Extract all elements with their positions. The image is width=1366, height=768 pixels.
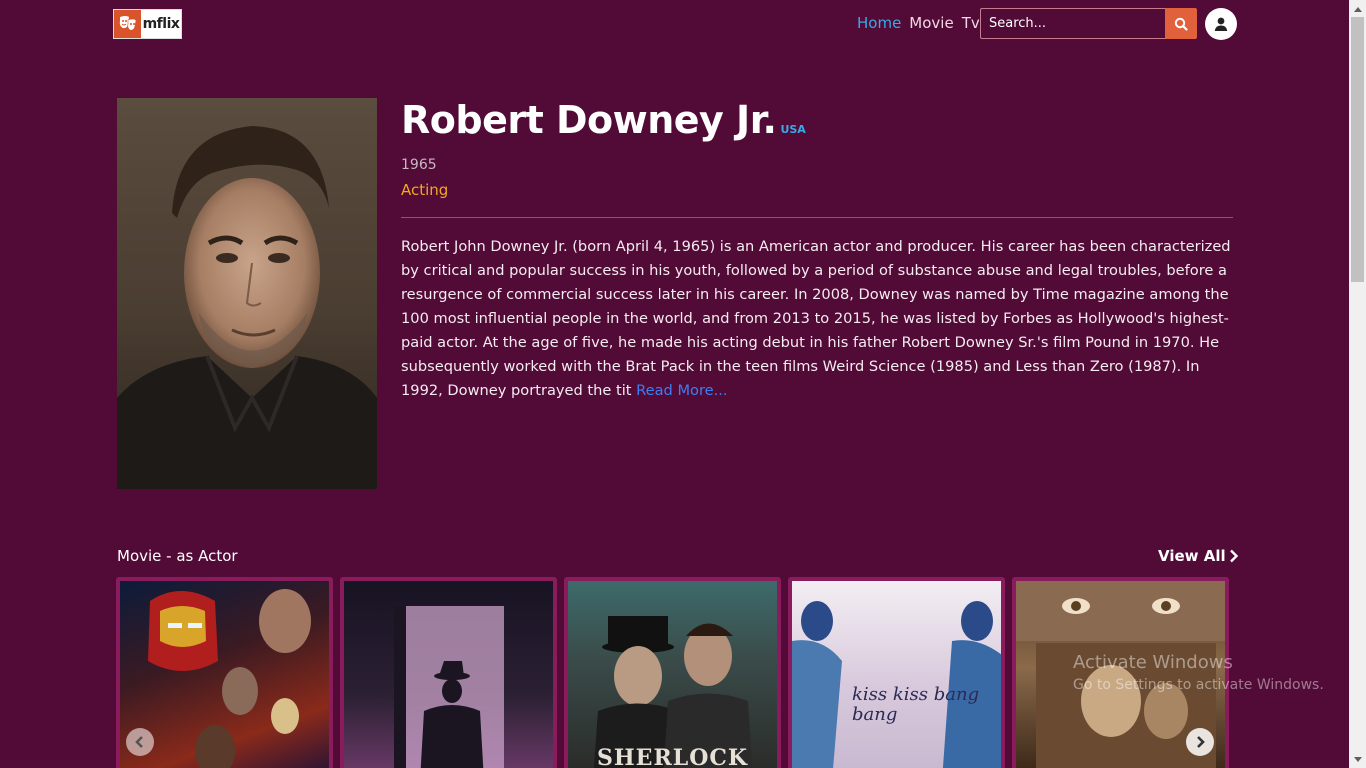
profile-photo bbox=[117, 98, 377, 489]
view-all-link[interactable]: View All bbox=[1158, 547, 1239, 565]
movie-card[interactable]: SHERLOCK bbox=[564, 577, 781, 768]
chevron-left-icon bbox=[135, 736, 143, 748]
poster-title: SHERLOCK bbox=[597, 745, 748, 768]
scroll-thumb[interactable] bbox=[1351, 17, 1364, 282]
theater-masks-icon bbox=[114, 10, 141, 38]
carousel-prev-button[interactable] bbox=[126, 728, 154, 756]
page-scrollbar[interactable] bbox=[1349, 0, 1366, 768]
nav-tv[interactable]: Tv bbox=[962, 14, 980, 32]
main-nav: Home Movie Tv bbox=[857, 14, 980, 32]
person-country: USA bbox=[780, 123, 806, 136]
user-menu-button[interactable] bbox=[1205, 8, 1237, 40]
chevron-right-icon bbox=[1229, 549, 1238, 563]
nav-movie[interactable]: Movie bbox=[909, 14, 953, 32]
windows-activation-watermark: Activate Windows Go to Settings to activ… bbox=[1073, 652, 1324, 693]
person-name: Robert Downey Jr. bbox=[401, 98, 777, 142]
movie-card[interactable]: kiss kiss bang bang bbox=[788, 577, 1005, 768]
section-title: Movie - as Actor bbox=[117, 547, 238, 565]
movie-card[interactable] bbox=[340, 577, 557, 768]
biography-text: Robert John Downey Jr. (born April 4, 19… bbox=[401, 238, 1231, 399]
biography: Robert John Downey Jr. (born April 4, 19… bbox=[401, 235, 1233, 403]
poster-title: kiss kiss bang bang bbox=[852, 684, 980, 725]
birth-year: 1965 bbox=[401, 157, 437, 173]
search-form bbox=[980, 8, 1197, 39]
chevron-right-icon bbox=[1197, 736, 1205, 748]
view-all-label: View All bbox=[1158, 547, 1226, 565]
logo[interactable]: mflix bbox=[113, 9, 182, 39]
movie-poster bbox=[344, 581, 553, 768]
person-heading: Robert Downey Jr. USA bbox=[401, 98, 806, 142]
read-more-link[interactable]: Read More... bbox=[636, 382, 727, 399]
movie-poster: kiss kiss bang bang bbox=[792, 581, 1001, 768]
user-icon bbox=[1214, 17, 1228, 31]
watermark-subtitle: Go to Settings to activate Windows. bbox=[1073, 677, 1324, 693]
logo-text: mflix bbox=[142, 16, 180, 32]
watermark-title: Activate Windows bbox=[1073, 652, 1233, 673]
movie-carousel: SHERLOCK kiss kiss bang bang bbox=[116, 577, 1233, 768]
search-input[interactable] bbox=[980, 8, 1165, 39]
search-icon bbox=[1174, 17, 1188, 31]
carousel-next-button[interactable] bbox=[1186, 728, 1214, 756]
scroll-down-arrow[interactable] bbox=[1349, 751, 1366, 768]
movie-poster: SHERLOCK bbox=[568, 581, 777, 768]
known-for-department: Acting bbox=[401, 181, 449, 199]
caret-up-icon bbox=[1353, 6, 1362, 12]
nav-home[interactable]: Home bbox=[857, 14, 901, 32]
divider bbox=[401, 217, 1233, 218]
scroll-up-arrow[interactable] bbox=[1349, 0, 1366, 17]
search-button[interactable] bbox=[1165, 8, 1197, 39]
caret-down-icon bbox=[1353, 756, 1362, 762]
